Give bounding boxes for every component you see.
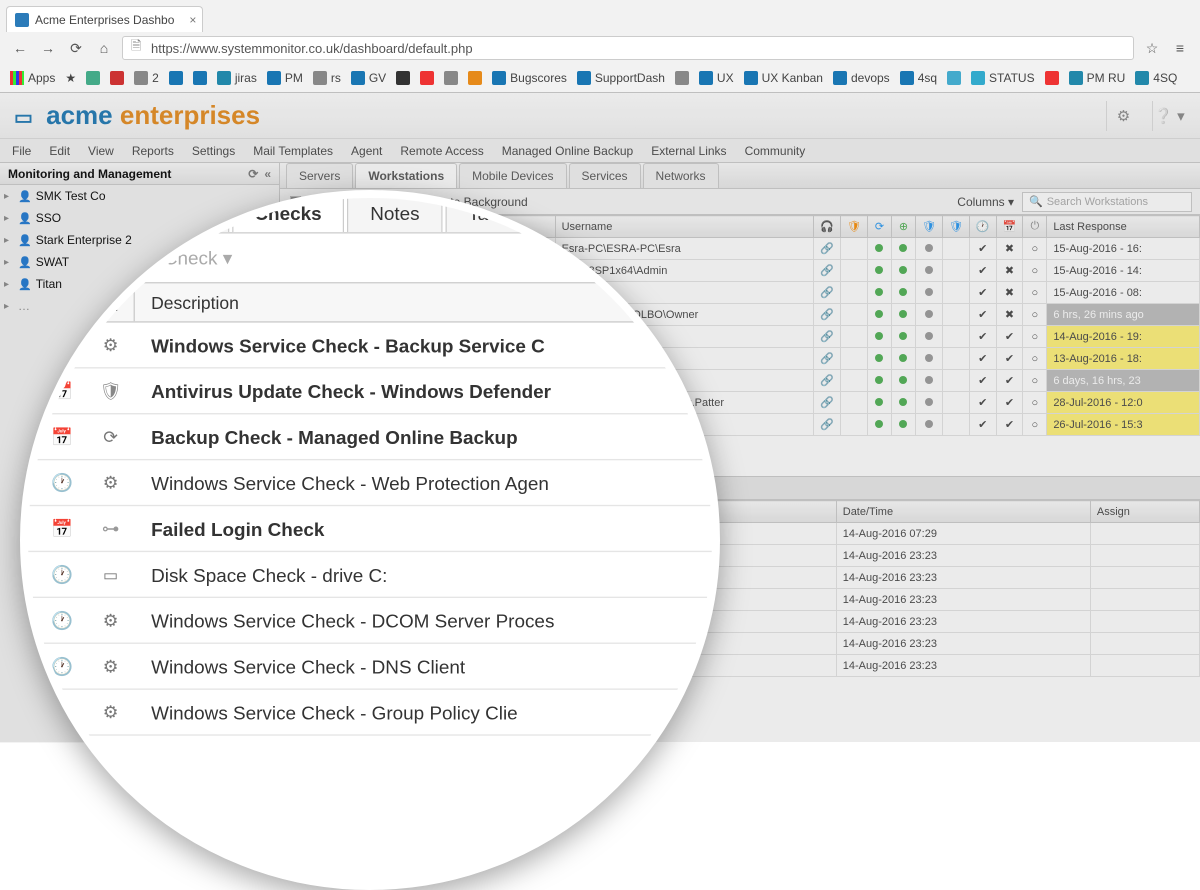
- status-icon: 🛡: [841, 216, 868, 238]
- menu-item[interactable]: Mail Templates: [253, 144, 333, 158]
- address-bar[interactable]: 🗎 https://www.systemmonitor.co.uk/dashbo…: [122, 36, 1134, 60]
- bookmark-item[interactable]: 4SQ: [1135, 71, 1177, 85]
- status-icon: 📅: [996, 216, 1023, 238]
- bookmark-item[interactable]: [1045, 71, 1059, 85]
- home-icon[interactable]: ⌂: [94, 38, 114, 58]
- bookmark-item[interactable]: devops: [833, 71, 890, 85]
- status-icon: 🎧: [814, 216, 841, 238]
- check-button[interactable]: Check ▾: [164, 246, 232, 269]
- status-icon: ⊕: [891, 216, 915, 238]
- bookmark-item[interactable]: [675, 71, 689, 85]
- check-row[interactable]: ✔ 🕐 ⚙ Windows Service Check - DCOM Serve…: [20, 598, 720, 644]
- lens-tab-outages[interactable]: Outages: [111, 193, 228, 232]
- bookmark-item[interactable]: jiras: [217, 71, 257, 85]
- check-row[interactable]: ✔ 🕐 ⚙ Windows Service Check - Web Protec…: [20, 460, 720, 506]
- menu-item[interactable]: File: [12, 144, 31, 158]
- bookmark-item[interactable]: SupportDash: [577, 71, 665, 85]
- lens-tab-summary[interactable]: ummary: [20, 193, 109, 232]
- menu-item[interactable]: Remote Access: [400, 144, 483, 158]
- check-row[interactable]: ✖ 📅 🛡 Antivirus Update Check - Windows D…: [20, 369, 720, 415]
- bookmark-item[interactable]: [396, 71, 410, 85]
- star-icon[interactable]: ☆: [1142, 38, 1162, 58]
- notes-icon: 🗒: [86, 283, 135, 321]
- close-icon[interactable]: ×: [189, 13, 196, 27]
- menu-icon[interactable]: ≡: [1170, 38, 1190, 58]
- apps-button[interactable]: Apps: [10, 71, 55, 85]
- lens-tab-tasks[interactable]: Tas: [445, 193, 520, 232]
- collapse-icon[interactable]: «: [264, 167, 271, 181]
- check-row[interactable]: ✔ 🕐 ⚙ Windows Service Check - DNS Client: [20, 644, 720, 690]
- bookmark-item[interactable]: [444, 71, 458, 85]
- page-icon: 🗎: [131, 37, 145, 59]
- status-icon: 🛡: [942, 216, 969, 238]
- search-icon: 🔍: [1029, 195, 1043, 208]
- bookmark-item[interactable]: [947, 71, 961, 85]
- check-row[interactable]: ✔ 📅 ⊶ Failed Login Check: [20, 506, 720, 552]
- col-response[interactable]: Last Response: [1047, 216, 1200, 238]
- col-description[interactable]: Description: [135, 283, 720, 321]
- check-row[interactable]: 📅 ⟳ Backup Check - Managed Online Backup: [20, 414, 720, 460]
- check-row[interactable]: ✖ 🕐 ⚙ Windows Service Check - Backup Ser…: [20, 323, 720, 369]
- add-check-button[interactable]: Add Check ▾: [31, 246, 144, 269]
- bookmark-item[interactable]: [468, 71, 482, 85]
- help-icon[interactable]: ❔ ▾: [1152, 101, 1186, 131]
- menu-item[interactable]: Managed Online Backup: [502, 144, 633, 158]
- bookmark-item[interactable]: STATUS: [971, 71, 1035, 85]
- bookmark-item[interactable]: UX: [699, 71, 734, 85]
- status-icon: 🛡: [915, 216, 942, 238]
- bookmark-item[interactable]: [420, 71, 434, 85]
- menu-bar: File Edit View Reports Settings Mail Tem…: [0, 139, 1200, 163]
- bookmark-item[interactable]: [86, 71, 100, 85]
- bookmark-item[interactable]: [110, 71, 124, 85]
- menu-item[interactable]: External Links: [651, 144, 726, 158]
- bookmark-item[interactable]: Bugscores: [492, 71, 567, 85]
- lens-tab-checks[interactable]: Checks: [231, 193, 344, 232]
- status-icon: 🕐: [969, 216, 996, 238]
- tab-networks[interactable]: Networks: [643, 163, 719, 188]
- col-datetime[interactable]: Date/Time: [836, 501, 1090, 523]
- bookmark-item[interactable]: rs: [313, 71, 341, 85]
- bookmark-item[interactable]: [193, 71, 207, 85]
- bookmark-item[interactable]: GV: [351, 71, 386, 85]
- magnifier-lens: ◀ of 1 ▶ ▶| ummary Outages Checks Notes …: [20, 190, 720, 890]
- col-assign[interactable]: Assign: [1090, 501, 1199, 523]
- menu-item[interactable]: Agent: [351, 144, 382, 158]
- menu-item[interactable]: Edit: [49, 144, 70, 158]
- check-row[interactable]: ✔ 🕐 ▭ Disk Space Check - drive C:: [20, 552, 720, 598]
- browser-tab[interactable]: Acme Enterprises Dashbo ×: [6, 6, 203, 32]
- bookmark-item[interactable]: PM RU: [1069, 71, 1126, 85]
- favicon-icon: [15, 13, 29, 27]
- status-icon: ⏻: [1023, 216, 1047, 238]
- tab-workstations[interactable]: Workstations: [355, 163, 457, 188]
- lens-tab-notes[interactable]: Notes: [347, 193, 442, 232]
- reload-icon[interactable]: ⟳: [66, 38, 86, 58]
- bookmark-item[interactable]: PM: [267, 71, 303, 85]
- tab-servers[interactable]: Servers: [286, 163, 353, 188]
- sidebar-title: Monitoring and Management: [8, 167, 171, 181]
- tab-title: Acme Enterprises Dashbo: [35, 13, 174, 27]
- back-icon[interactable]: ←: [10, 38, 30, 58]
- forward-icon[interactable]: →: [38, 38, 58, 58]
- bookmark-item[interactable]: 2: [134, 71, 159, 85]
- bookmark-item[interactable]: ★: [65, 71, 76, 85]
- status-icon: ⟳: [867, 216, 891, 238]
- bookmarks-bar: Apps ★ 2 jiras PM rs GV Bugscores Suppor…: [0, 64, 1200, 92]
- url-text: https://www.systemmonitor.co.uk/dashboar…: [151, 41, 473, 56]
- menu-item[interactable]: View: [88, 144, 114, 158]
- menu-item[interactable]: Reports: [132, 144, 174, 158]
- menu-item[interactable]: Settings: [192, 144, 235, 158]
- menu-item[interactable]: Community: [745, 144, 806, 158]
- brand-logo: ▭ acme enterprises: [14, 100, 260, 131]
- columns-button[interactable]: Columns ▾: [957, 195, 1014, 209]
- bookmark-item[interactable]: 4sq: [900, 71, 937, 85]
- tab-mobile[interactable]: Mobile Devices: [459, 163, 566, 188]
- refresh-icon[interactable]: ⚙: [1106, 101, 1140, 131]
- sync-icon[interactable]: ⟳: [248, 167, 258, 181]
- tab-services[interactable]: Services: [569, 163, 641, 188]
- check-row[interactable]: ✔ 🕐 ⚙ Windows Service Check - Group Poli…: [20, 690, 720, 736]
- search-input[interactable]: 🔍Search Workstations: [1022, 192, 1192, 212]
- bookmark-item[interactable]: [169, 71, 183, 85]
- bookmark-item[interactable]: UX Kanban: [744, 71, 823, 85]
